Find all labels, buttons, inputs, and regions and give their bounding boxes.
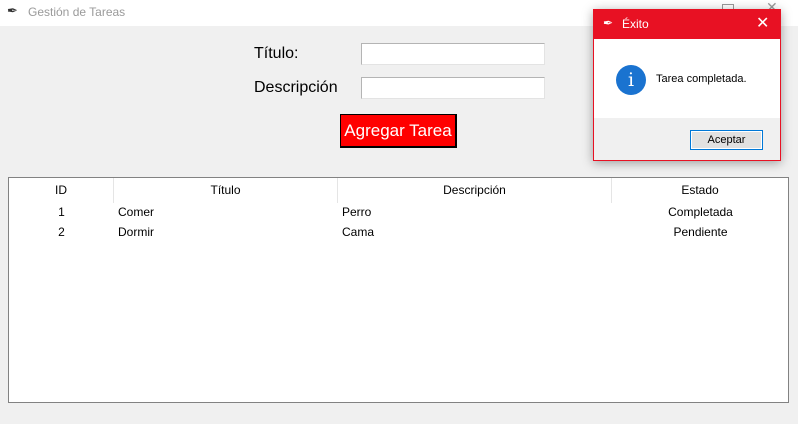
cell-title: Comer: [118, 205, 155, 219]
cell-description: Cama: [342, 225, 375, 239]
cell-status: Completada: [668, 205, 733, 219]
cell-id: 1: [58, 205, 65, 219]
feather-icon: ✒: [7, 4, 18, 19]
dialog-titlebar: ✒ Éxito ✕: [594, 10, 780, 39]
feather-icon: ✒: [603, 16, 614, 30]
title-label: Título:: [254, 45, 299, 62]
title-input[interactable]: [361, 43, 545, 65]
description-label: Descripción: [254, 79, 338, 96]
column-header-title[interactable]: Título: [114, 178, 338, 203]
cell-title: Dormir: [118, 225, 154, 239]
success-dialog: ✒ Éxito ✕ i Tarea completada. Aceptar: [593, 9, 781, 161]
description-input[interactable]: [361, 77, 545, 99]
table-row[interactable]: 2 Dormir Cama Pendiente: [9, 222, 788, 242]
dialog-title: Éxito: [622, 17, 649, 31]
tasks-table[interactable]: ID Título Descripción Estado 1 Comer Per…: [8, 177, 789, 403]
column-header-id[interactable]: ID: [9, 178, 114, 203]
table-header: ID Título Descripción Estado: [9, 178, 788, 203]
column-header-status[interactable]: Estado: [612, 178, 788, 203]
cell-id: 2: [58, 225, 65, 239]
add-task-button[interactable]: Agregar Tarea: [340, 114, 457, 148]
cell-status: Pendiente: [673, 225, 728, 239]
table-row[interactable]: 1 Comer Perro Completada: [9, 202, 788, 222]
dialog-close-button[interactable]: ✕: [756, 14, 769, 32]
dialog-body: i Tarea completada.: [594, 39, 780, 118]
column-header-description[interactable]: Descripción: [338, 178, 612, 203]
info-icon: i: [616, 65, 646, 95]
dialog-message: Tarea completada.: [656, 73, 747, 85]
accept-button[interactable]: Aceptar: [690, 130, 763, 150]
window-title: Gestión de Tareas: [28, 5, 126, 19]
cell-description: Perro: [342, 205, 372, 219]
